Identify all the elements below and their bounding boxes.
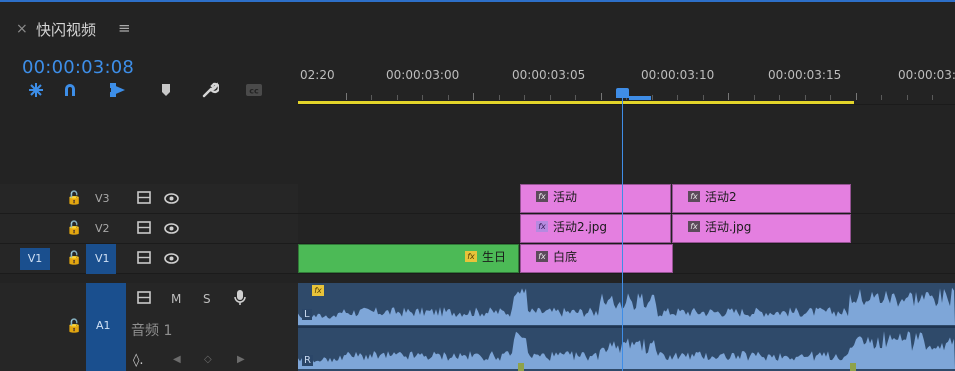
panel-menu-button[interactable]: ≡ bbox=[118, 19, 131, 37]
ruler-label: 00:00:03:10 bbox=[641, 68, 715, 82]
linked-selection-icon[interactable] bbox=[60, 81, 80, 99]
sync-lock-icon[interactable] bbox=[137, 251, 151, 264]
fx-icon: fx bbox=[536, 221, 548, 232]
clip[interactable]: fx 白底 bbox=[520, 244, 673, 273]
close-tab-button[interactable]: × bbox=[16, 21, 28, 37]
clip-label: 活动2 bbox=[705, 190, 737, 204]
sequence-title[interactable]: 快闪视频 bbox=[36, 19, 96, 40]
ruler-label: 00:00:03:05 bbox=[512, 68, 586, 82]
track-lane-a1[interactable]: L R fx bbox=[298, 283, 955, 371]
clip-label: 生日 bbox=[481, 250, 506, 264]
track-header-a1: 🔓 A1 M S 音频 1 ◊. ◀ ◇ ▶ bbox=[0, 283, 298, 371]
playhead-timecode[interactable]: 00:00:03:08 bbox=[22, 57, 134, 78]
mute-button[interactable]: M bbox=[171, 292, 181, 306]
add-marker-icon[interactable] bbox=[156, 81, 176, 99]
track-lane-v2[interactable]: fx 活动2.jpg fx 活动.jpg bbox=[298, 214, 955, 244]
clip-label: 活动.jpg bbox=[705, 220, 752, 234]
ruler-label: 00:00:03:2 bbox=[898, 68, 955, 82]
channel-divider bbox=[298, 326, 955, 328]
track-header-v1: V1 🔓 V1 bbox=[0, 244, 298, 274]
previous-keyframe-icon[interactable]: ◀ bbox=[173, 354, 181, 365]
clip[interactable]: fx 活动.jpg bbox=[672, 214, 851, 243]
add-keyframe-icon[interactable]: ◇ bbox=[204, 354, 212, 365]
next-keyframe-icon[interactable]: ▶ bbox=[237, 354, 245, 365]
track-header-v2: 🔓 V2 bbox=[0, 214, 298, 244]
solo-button[interactable]: S bbox=[203, 292, 211, 306]
playhead-indicator bbox=[629, 96, 651, 100]
track-lane-v1[interactable]: fx 生日 fx 白底 bbox=[298, 244, 955, 274]
track-name[interactable]: A1 bbox=[96, 319, 111, 332]
waveform-right bbox=[298, 331, 955, 369]
clip-label: 活动2.jpg bbox=[553, 220, 608, 234]
wrench-icon[interactable] bbox=[200, 81, 220, 99]
fx-icon: fx bbox=[688, 191, 700, 202]
clip-label: 白底 bbox=[553, 250, 578, 264]
fx-icon: fx bbox=[688, 221, 700, 232]
lock-icon[interactable]: 🔓 bbox=[66, 251, 82, 266]
clip-label: 活动 bbox=[553, 190, 578, 204]
track-name[interactable]: V1 bbox=[95, 252, 110, 265]
sync-lock-icon[interactable] bbox=[137, 191, 151, 204]
audio-track-label[interactable]: 音频 1 bbox=[131, 320, 172, 340]
captions-icon[interactable]: cc bbox=[244, 81, 264, 99]
source-patch-v1[interactable]: V1 bbox=[20, 248, 50, 270]
track-lane-v3[interactable]: fx 活动 fx 活动2 bbox=[298, 184, 955, 214]
channel-label-right: R bbox=[302, 355, 313, 366]
fx-icon: fx bbox=[312, 285, 324, 296]
lock-icon[interactable]: 🔓 bbox=[66, 319, 82, 334]
eye-icon[interactable] bbox=[164, 253, 179, 264]
ruler-label: 00:00:03:15 bbox=[768, 68, 842, 82]
keyframe-toggle-icon[interactable]: ◊. bbox=[133, 353, 144, 368]
clip-boundary-marker bbox=[518, 363, 524, 371]
timeline-controls: 00:00:03:08 cc bbox=[0, 44, 298, 104]
waveform-left bbox=[298, 287, 955, 325]
clip[interactable]: fx 活动 bbox=[520, 184, 671, 213]
fx-icon: fx bbox=[536, 251, 548, 262]
sync-lock-icon[interactable] bbox=[137, 221, 151, 234]
fx-icon: fx bbox=[464, 251, 477, 262]
track-header-v3: 🔓 V3 bbox=[0, 184, 298, 214]
playhead[interactable] bbox=[622, 96, 623, 371]
clip-boundary-marker bbox=[850, 363, 856, 371]
track-name[interactable]: V3 bbox=[95, 192, 110, 205]
timeline-blank-area bbox=[298, 104, 955, 185]
eye-icon[interactable] bbox=[164, 223, 179, 234]
clip[interactable]: fx 活动2 bbox=[672, 184, 851, 213]
track-header-blank bbox=[0, 104, 298, 184]
ruler-label: 00:00:03:00 bbox=[386, 68, 460, 82]
panel-top-border bbox=[0, 0, 955, 12]
channel-label-left: L bbox=[302, 309, 312, 320]
snap-icon[interactable] bbox=[26, 81, 46, 99]
sync-lock-icon[interactable] bbox=[137, 291, 151, 304]
svg-text:cc: cc bbox=[249, 87, 259, 96]
playhead-handle[interactable] bbox=[616, 88, 629, 98]
clip[interactable]: fx 活动2.jpg bbox=[520, 214, 671, 243]
lock-icon[interactable]: 🔓 bbox=[66, 191, 82, 206]
sequence-tab[interactable]: × 快闪视频 ≡ bbox=[0, 14, 955, 44]
lock-icon[interactable]: 🔓 bbox=[66, 221, 82, 236]
ruler-label: 02:20 bbox=[300, 68, 335, 82]
fx-icon: fx bbox=[536, 191, 548, 202]
track-name[interactable]: V2 bbox=[95, 222, 110, 235]
eye-icon[interactable] bbox=[164, 193, 179, 204]
microphone-icon[interactable] bbox=[234, 289, 246, 306]
linked-selection-toggle-icon[interactable] bbox=[108, 81, 128, 99]
clip[interactable]: fx 生日 bbox=[298, 244, 519, 273]
